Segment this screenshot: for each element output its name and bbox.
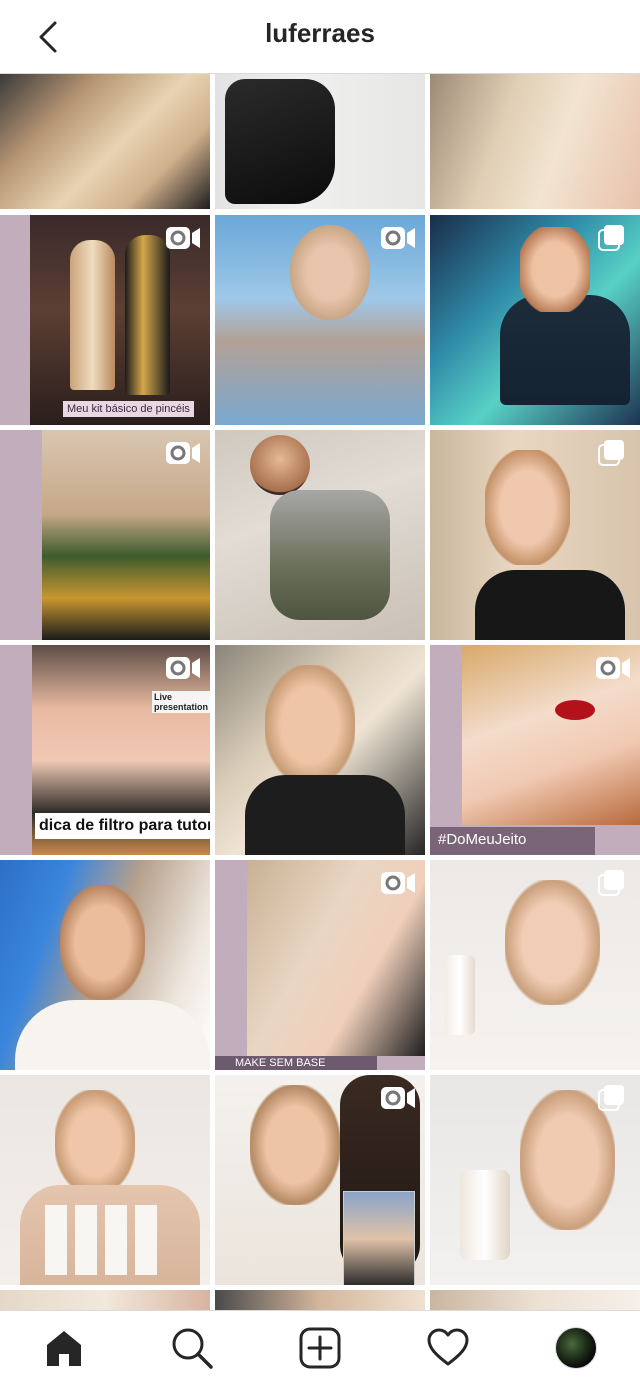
video-camera-icon (381, 872, 415, 894)
search-icon (172, 1328, 213, 1369)
tab-profile[interactable] (551, 1325, 601, 1371)
post-thumbnail[interactable] (430, 1290, 640, 1310)
post-thumbnail[interactable] (215, 74, 425, 209)
video-camera-icon (381, 1087, 415, 1109)
post-thumbnail[interactable]: Live presentation dica de filtro para tu… (0, 645, 210, 855)
profile-username-title: luferraes (265, 18, 375, 48)
home-icon (47, 1331, 81, 1366)
post-caption-overlay: #DoMeuJeito (430, 827, 595, 855)
post-thumbnail[interactable] (430, 215, 640, 425)
video-camera-icon (596, 657, 630, 679)
post-thumbnail[interactable] (215, 1075, 425, 1285)
boot-image (225, 79, 335, 204)
multiple-photos-icon (598, 440, 624, 466)
posts-grid: Meu kit básico de pincéis Live presentat… (0, 74, 640, 1310)
product-tube-image (460, 1170, 510, 1260)
product-tube-image (445, 955, 475, 1035)
lips-image (555, 700, 595, 720)
post-thumbnail[interactable] (430, 1075, 640, 1285)
post-thumbnail[interactable] (0, 860, 210, 1070)
post-thumbnail[interactable]: MAKE SEM BASE (215, 860, 425, 1070)
tab-home[interactable] (39, 1325, 89, 1371)
multiple-photos-icon (598, 1085, 624, 1111)
video-camera-icon (381, 227, 415, 249)
post-thumbnail[interactable] (0, 1075, 210, 1285)
post-thumbnail[interactable] (430, 430, 640, 640)
bottom-tab-bar (0, 1310, 640, 1386)
video-camera-icon (166, 442, 200, 464)
inset-video-image (343, 1191, 415, 1285)
video-camera-icon (166, 657, 200, 679)
post-thumbnail[interactable] (0, 74, 210, 209)
tab-activity[interactable] (423, 1325, 473, 1371)
multiple-photos-icon (598, 870, 624, 896)
post-thumbnail[interactable] (0, 430, 210, 640)
post-thumbnail[interactable] (430, 74, 640, 209)
brush-image (70, 240, 115, 390)
tab-search[interactable] (167, 1325, 217, 1371)
heart-icon (427, 1328, 469, 1366)
post-caption-overlay: Meu kit básico de pincéis (63, 401, 194, 417)
new-post-icon (299, 1327, 341, 1369)
post-thumbnail[interactable] (215, 430, 425, 640)
post-caption-overlay: dica de filtro para tutori (35, 813, 210, 839)
live-presentation-label: Live presentation (152, 691, 210, 713)
post-thumbnail[interactable]: #DoMeuJeito (430, 645, 640, 855)
top-nav-bar: luferraes (0, 0, 640, 74)
multiple-photos-icon (598, 225, 624, 251)
post-thumbnail[interactable] (430, 860, 640, 1070)
post-thumbnail[interactable] (215, 645, 425, 855)
tab-new-post[interactable] (295, 1325, 345, 1371)
video-camera-icon (166, 227, 200, 249)
profile-avatar (555, 1327, 597, 1369)
brush-image (125, 235, 170, 395)
post-thumbnail[interactable]: Meu kit básico de pincéis (0, 215, 210, 425)
post-thumbnail[interactable] (0, 1290, 210, 1310)
post-thumbnail[interactable] (215, 1290, 425, 1310)
post-thumbnail[interactable] (215, 215, 425, 425)
product-bottles-image (45, 1205, 165, 1275)
post-caption-overlay: MAKE SEM BASE (215, 1056, 377, 1070)
